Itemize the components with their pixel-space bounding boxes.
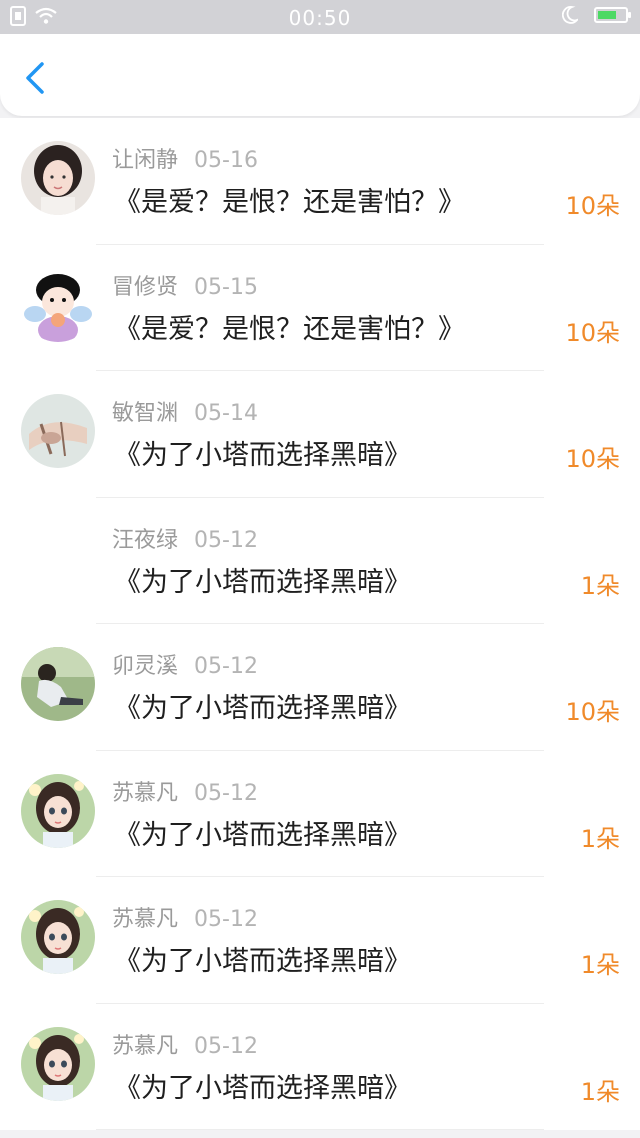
item-date: 05-12 (194, 654, 258, 679)
name-line: 冒修贤 05-15 (112, 269, 258, 301)
user-name[interactable]: 苏慕凡 (112, 781, 178, 806)
avatar[interactable] (21, 394, 95, 468)
list-item[interactable]: 让闲静 05-16 《是爱？是恨？还是害怕？》 10朵 (0, 118, 640, 245)
name-line: 苏慕凡 05-12 (112, 901, 258, 933)
flower-count: 10朵 (565, 445, 620, 473)
chevron-left-icon (26, 62, 44, 94)
user-name[interactable]: 冒修贤 (112, 275, 178, 300)
list-item[interactable]: 敏智渊 05-14 《为了小塔而选择黑暗》 10朵 (0, 371, 640, 498)
item-date: 05-12 (194, 780, 258, 806)
flower-count: 10朵 (565, 192, 620, 220)
avatar-placeholder[interactable] (21, 521, 95, 595)
work-title[interactable]: 《为了小塔而选择黑暗》 (114, 433, 411, 472)
flower-count: 10朵 (565, 698, 620, 726)
list-item[interactable]: 苏慕凡 05-12 《为了小塔而选择黑暗》 1朵 (0, 877, 640, 1004)
work-title[interactable]: 《为了小塔而选择黑暗》 (114, 939, 411, 978)
list-item[interactable]: 卯灵溪 05-12 《为了小塔而选择黑暗》 10朵 (0, 624, 640, 751)
list-item[interactable]: 苏慕凡 05-12 《为了小塔而选择黑暗》 1朵 (0, 751, 640, 877)
user-name[interactable]: 敏智渊 (112, 401, 178, 426)
item-date: 05-14 (194, 401, 258, 426)
status-time: 00:50 (288, 6, 352, 30)
flower-count: 1朵 (580, 951, 620, 979)
avatar[interactable] (21, 1026, 95, 1101)
list-item[interactable]: 汪夜绿 05-12 《为了小塔而选择黑暗》 1朵 (0, 498, 640, 624)
name-line: 苏慕凡 05-12 (112, 775, 258, 807)
name-line: 汪夜绿 05-12 (112, 522, 258, 554)
item-date: 05-12 (194, 1033, 258, 1059)
avatar[interactable] (21, 267, 95, 342)
divider (96, 1129, 544, 1130)
user-name[interactable]: 苏慕凡 (112, 907, 178, 932)
flower-count: 1朵 (580, 1077, 620, 1106)
moon-icon (562, 6, 578, 24)
list-item[interactable]: 冒修贤 05-15 《是爱？是恨？还是害怕？》 10朵 (0, 245, 640, 371)
avatar[interactable] (21, 141, 95, 215)
avatar[interactable] (21, 647, 95, 721)
flower-count: 1朵 (580, 824, 620, 853)
gift-list: 让闲静 05-16 《是爱？是恨？还是害怕？》 10朵 冒修贤 05-15 《是爱？是恨？… (0, 118, 640, 1130)
flower-count: 10朵 (565, 318, 620, 347)
name-line: 苏慕凡 05-12 (112, 1028, 258, 1060)
avatar[interactable] (21, 900, 95, 974)
item-date: 05-15 (194, 274, 258, 300)
user-name[interactable]: 汪夜绿 (112, 528, 178, 553)
item-date: 05-16 (194, 148, 258, 173)
status-right (562, 6, 631, 24)
work-title[interactable]: 《是爱？是恨？还是害怕？》 (114, 307, 465, 346)
work-title[interactable]: 《为了小塔而选择黑暗》 (114, 560, 411, 599)
work-title[interactable]: 《是爱？是恨？还是害怕？》 (114, 180, 465, 219)
user-name[interactable]: 卯灵溪 (112, 654, 178, 679)
name-line: 敏智渊 05-14 (112, 395, 258, 427)
header (0, 34, 640, 116)
battery-icon (594, 7, 631, 23)
name-line: 卯灵溪 05-12 (112, 648, 258, 680)
list-item[interactable]: 苏慕凡 05-12 《为了小塔而选择黑暗》 1朵 (0, 1004, 640, 1130)
flower-count: 1朵 (580, 571, 620, 600)
avatar[interactable] (21, 773, 95, 848)
user-name[interactable]: 苏慕凡 (112, 1034, 178, 1059)
user-name[interactable]: 让闲静 (112, 148, 178, 173)
back-button[interactable] (18, 58, 54, 98)
work-title[interactable]: 《为了小塔而选择黑暗》 (114, 1066, 411, 1105)
name-line: 让闲静 05-16 (112, 142, 258, 174)
work-title[interactable]: 《为了小塔而选择黑暗》 (114, 813, 411, 852)
item-date: 05-12 (194, 527, 258, 553)
status-bar: 00:50 (0, 0, 640, 34)
work-title[interactable]: 《为了小塔而选择黑暗》 (114, 686, 411, 725)
item-date: 05-12 (194, 907, 258, 932)
